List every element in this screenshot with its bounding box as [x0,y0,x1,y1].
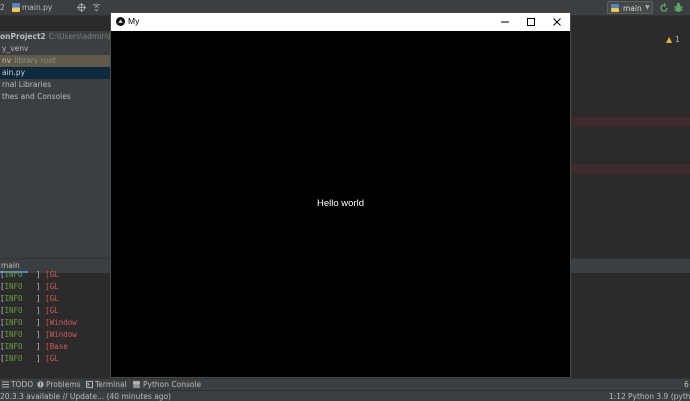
log-level: INFO [4,294,23,303]
console-log-line: [INFO ] [GL [0,293,59,305]
maximize-button[interactable] [518,13,544,31]
console-log-line: [INFO ] [Base [0,341,68,353]
app-titlebar[interactable]: My [111,13,570,31]
tree-item-label: ain.py [2,68,26,77]
app-window[interactable]: My Hello world [110,12,571,378]
console-log-line: [INFO ] [GL [0,269,59,281]
pycharm-ide: 2 main.py main ▼ onProject2 C:\Users\adm… [0,0,690,401]
log-source: Window [49,330,77,339]
app-canvas[interactable]: Hello world [111,31,570,377]
log-bracket: ] [22,270,46,279]
console-log-line: [INFO ] [GL [0,353,59,365]
log-bracket: ] [22,330,46,339]
rerun-icon[interactable] [659,3,669,13]
run-configuration-label: main [623,3,642,13]
warning-icon[interactable]: ▲ [666,35,672,44]
app-title: My [128,16,140,26]
log-source: GL [49,354,59,363]
code-editor[interactable] [570,31,690,258]
log-source: Window [49,318,77,327]
log-source: GL [49,270,59,279]
log-bracket: ] [22,306,46,315]
status-bar: 20.3.3 available // Update... (40 minute… [0,390,690,401]
run-configuration-dropdown[interactable]: main ▼ [607,1,653,14]
tree-item-project-root[interactable]: onProject2C:\Users\admin\Pycharm [0,31,110,43]
log-bracket: ] [22,318,46,327]
close-button[interactable] [544,13,570,31]
log-source: GL [49,306,59,315]
console-log-line: [INFO ] [GL [0,305,59,317]
tree-item-label: y_venv [2,44,29,53]
minimize-button[interactable] [492,13,518,31]
tool-window-bar: TODO Problems Terminal Python Console 6 [0,378,690,390]
log-level: INFO [4,306,23,315]
chevron-down-icon: ▼ [645,3,650,11]
log-bracket: ] [22,294,46,303]
close-icon [553,18,561,26]
status-message[interactable]: 20.3.3 available // Update... (40 minute… [0,391,171,401]
maximize-icon [527,18,535,26]
log-bracket: ] [22,282,46,291]
tree-item-path: C:\Users\admin\Pycharm [48,32,110,41]
log-level: INFO [4,270,23,279]
log-source: Base [49,342,68,351]
console-log-line: [INFO ] [GL [0,281,59,293]
console-log-line: [INFO ] [Window [0,329,77,341]
breadcrumb-file[interactable]: main.py [22,3,52,12]
log-source: GL [49,282,59,291]
log-level: INFO [4,354,23,363]
log-level: INFO [4,282,23,291]
collapse-all-icon[interactable] [92,3,101,12]
tree-item-label: onProject2 [0,32,46,41]
log-bracket: ] [22,354,46,363]
log-source: GL [49,294,59,303]
hello-label: Hello world [317,198,364,209]
terminal-icon [86,381,93,388]
python-config-icon [611,4,619,12]
log-level: INFO [4,342,23,351]
debug-bug-icon[interactable] [673,2,684,13]
warning-count[interactable]: 1 [675,35,680,44]
minimize-icon [501,21,509,23]
tree-item-main-file[interactable]: ain.py [0,67,110,79]
breadcrumb-project[interactable]: 2 [0,3,5,12]
problems-icon [37,381,44,388]
tree-item-label: rnal Libraries [2,80,52,89]
console-log-line: [INFO ] [Window [0,317,77,329]
tree-item-label: nv [2,56,12,65]
tree-item-scratches[interactable]: thes and Consoles [0,91,110,103]
tree-item-label: thes and Consoles [2,92,71,101]
tree-item-venv-folder[interactable]: y_venv [0,43,110,55]
log-level: INFO [4,318,23,327]
log-bracket: ] [22,342,46,351]
tree-item-venv-library-root[interactable]: nv library root [0,55,110,67]
log-level: INFO [4,330,23,339]
python-file-icon [12,3,20,12]
project-tree-panel: onProject2C:\Users\admin\Pycharm y_venv … [0,31,110,258]
tree-item-hint: library root [14,56,56,65]
app-logo-icon [116,17,125,26]
tree-item-external-libraries[interactable]: rnal Libraries [0,79,110,91]
event-log-count[interactable]: 6 [684,380,689,389]
python-console-icon [133,381,140,388]
editor-highlighted-line [570,117,690,127]
locate-file-icon[interactable] [77,3,86,12]
python-interpreter[interactable]: Python 3.9 (pythonP [628,391,690,401]
editor-highlighted-line [570,164,690,174]
caret-position[interactable]: 1:12 [609,391,626,401]
todo-list-icon [2,381,9,388]
